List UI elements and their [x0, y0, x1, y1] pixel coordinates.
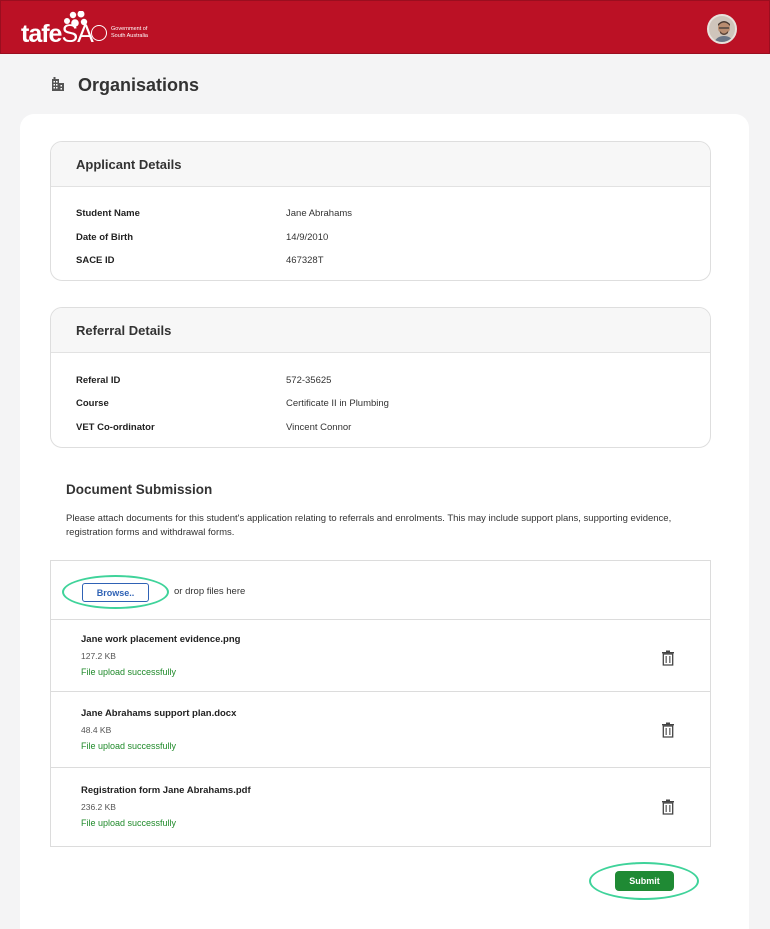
detail-row-vet-coordinator: VET Co-ordinator Vincent Connor — [76, 420, 676, 436]
top-header-bar: tafeSA Government of South Australia — [0, 0, 770, 54]
document-submission-heading: Document Submission — [66, 482, 213, 497]
detail-label: VET Co-ordinator — [76, 422, 155, 433]
tafesa-logo[interactable]: tafeSA Government of South Australia — [21, 11, 181, 48]
submit-button[interactable]: Submit — [615, 871, 674, 891]
detail-label: Course — [76, 398, 109, 409]
referral-details-heading: Referral Details — [51, 308, 710, 353]
detail-label: Student Name — [76, 208, 140, 219]
file-upload-area[interactable]: Browse.. or drop files here Jane work pl… — [50, 560, 711, 847]
logo-main-text: tafe — [21, 20, 62, 48]
detail-value: Certificate II in Plumbing — [286, 398, 389, 409]
avatar-person-icon — [709, 16, 735, 42]
logo-suffix-text: SA — [61, 20, 93, 48]
detail-row-sace-id: SACE ID 467328T — [76, 253, 676, 269]
browse-button[interactable]: Browse.. — [82, 583, 149, 602]
detail-row-date-of-birth: Date of Birth 14/9/2010 — [76, 230, 676, 246]
file-size: 236.2 KB — [81, 802, 116, 812]
page-title-row: Organisations — [50, 74, 350, 96]
detail-value: 572-35625 — [286, 375, 332, 386]
referral-details-panel: Referral Details Referal ID 572-35625 Co… — [50, 307, 711, 448]
applicant-details-heading: Applicant Details — [51, 142, 710, 187]
uploaded-file-row: Jane work placement evidence.png 127.2 K… — [51, 620, 710, 692]
delete-file-trash-icon[interactable] — [661, 799, 675, 815]
file-upload-status: File upload successfully — [81, 741, 177, 751]
government-text: Government of South Australia — [111, 26, 161, 39]
detail-value: Vincent Connor — [286, 422, 352, 433]
file-upload-status: File upload successfully — [81, 667, 177, 677]
gov-line-2: South Australia — [111, 32, 148, 39]
detail-row-student-name: Student Name Jane Abrahams — [76, 206, 676, 222]
detail-value: Jane Abrahams — [286, 208, 353, 219]
file-drop-zone[interactable]: Browse.. or drop files here — [51, 561, 710, 620]
logo-wordmark: tafeSA — [21, 20, 94, 48]
detail-row-course: Course Certificate II in Plumbing — [76, 396, 676, 412]
uploaded-file-row: Registration form Jane Abrahams.pdf 236.… — [51, 768, 710, 847]
file-size: 48.4 KB — [81, 725, 112, 735]
file-name: Jane Abrahams support plan.docx — [81, 708, 237, 719]
document-submission-description: Please attach documents for this student… — [66, 513, 672, 538]
detail-value: 467328T — [286, 255, 324, 266]
file-name: Jane work placement evidence.png — [81, 634, 241, 645]
detail-label: Referal ID — [76, 375, 121, 386]
user-avatar[interactable] — [707, 14, 737, 44]
detail-value: 14/9/2010 — [286, 232, 329, 243]
detail-label: SACE ID — [76, 255, 115, 266]
government-seal-icon — [91, 25, 107, 41]
applicant-details-panel: Applicant Details Student Name Jane Abra… — [50, 141, 711, 281]
detail-row-referral-id: Referal ID 572-35625 — [76, 373, 676, 389]
delete-file-trash-icon[interactable] — [661, 722, 675, 738]
drop-files-text: or drop files here — [174, 586, 246, 597]
building-icon — [52, 77, 64, 91]
file-upload-status: File upload successfully — [81, 818, 177, 828]
file-name: Registration form Jane Abrahams.pdf — [81, 785, 251, 796]
file-size: 127.2 KB — [81, 651, 116, 661]
page-title: Organisations — [78, 75, 200, 95]
government-badge: Government of South Australia — [91, 24, 161, 44]
uploaded-file-row: Jane Abrahams support plan.docx 48.4 KB … — [51, 692, 710, 768]
delete-file-trash-icon[interactable] — [661, 650, 675, 666]
detail-label: Date of Birth — [76, 232, 133, 243]
